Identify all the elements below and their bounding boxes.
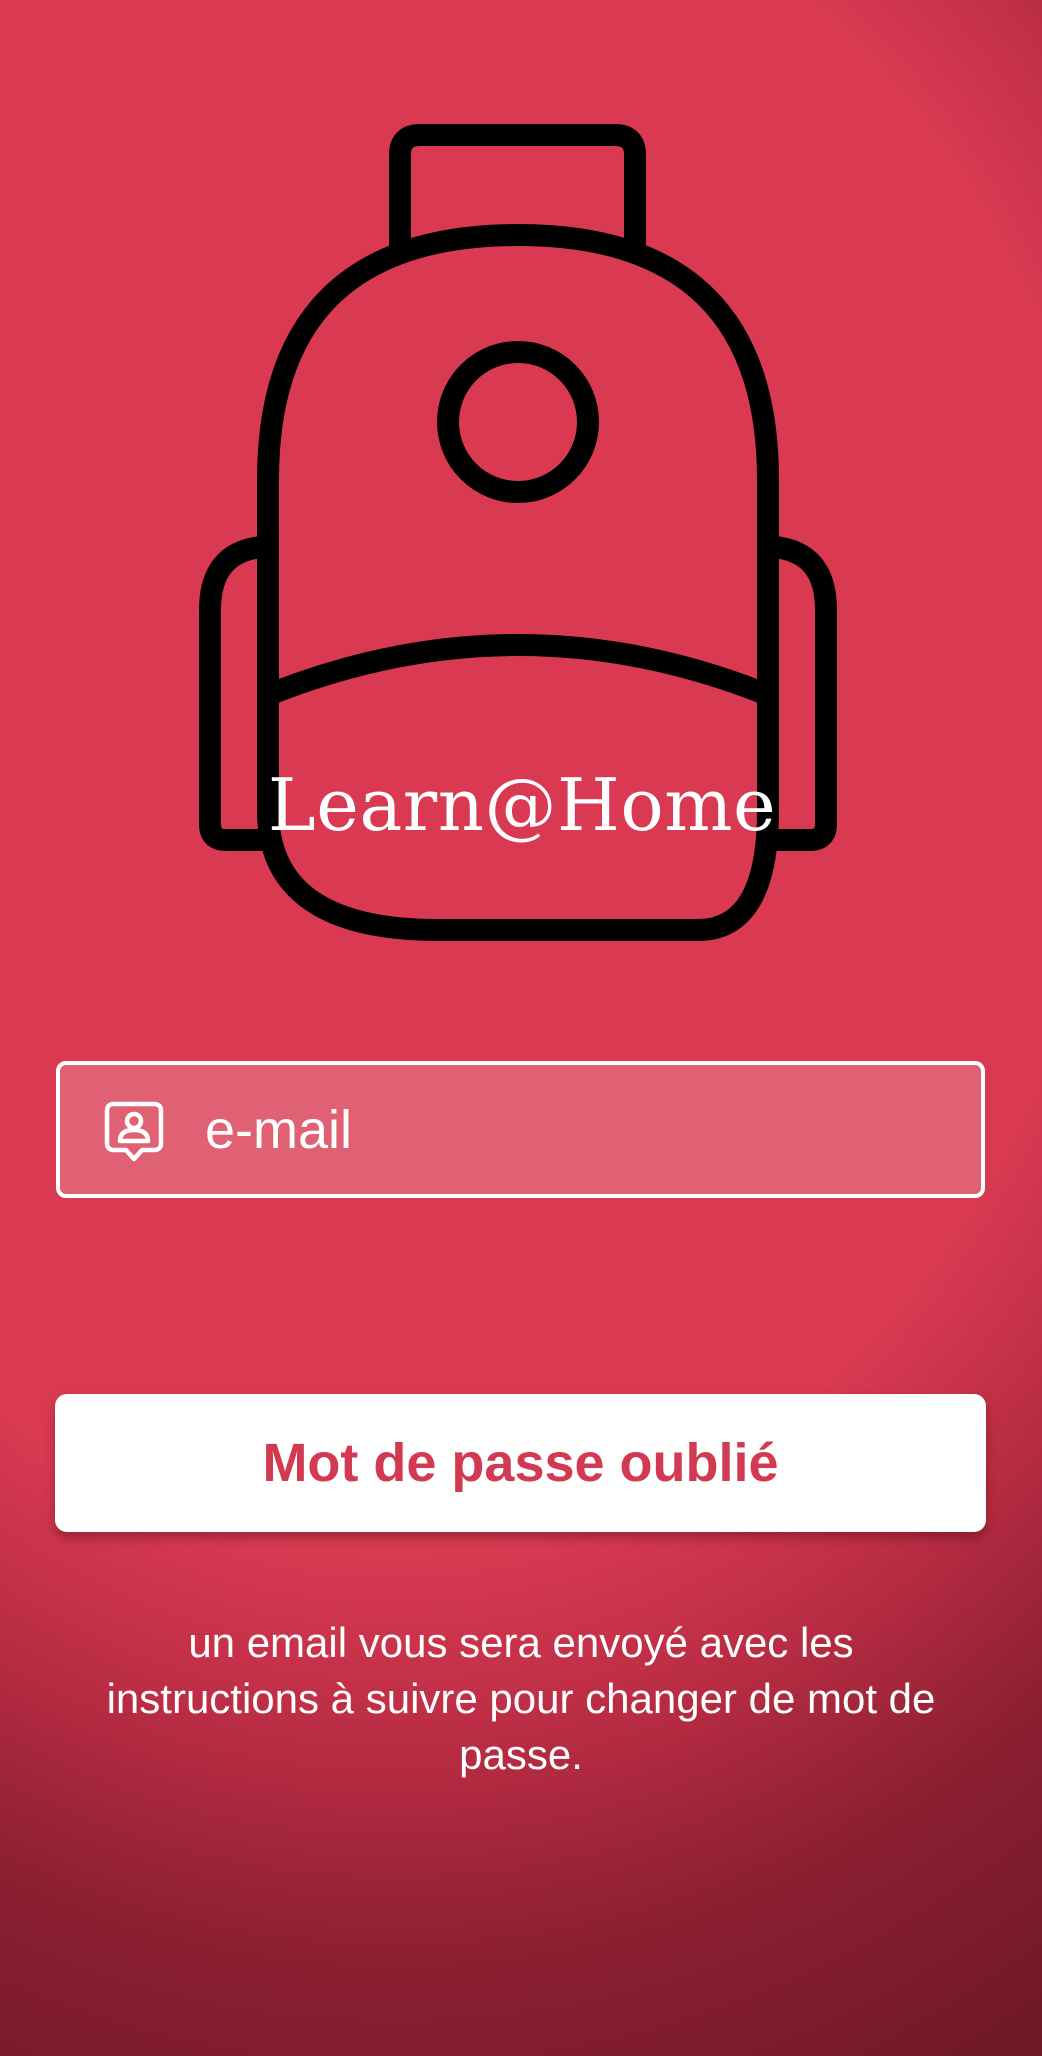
forgot-password-screen: Learn@Home Mot de passe oublié un email … bbox=[0, 0, 1042, 2056]
app-title: Learn@Home bbox=[267, 763, 777, 847]
email-input[interactable] bbox=[205, 1085, 955, 1175]
user-id-icon bbox=[104, 1101, 164, 1163]
info-text: un email vous sera envoyé avec les instr… bbox=[106, 1619, 936, 1778]
forgot-password-button[interactable]: Mot de passe oublié bbox=[55, 1394, 986, 1532]
email-field-container[interactable] bbox=[56, 1061, 985, 1198]
